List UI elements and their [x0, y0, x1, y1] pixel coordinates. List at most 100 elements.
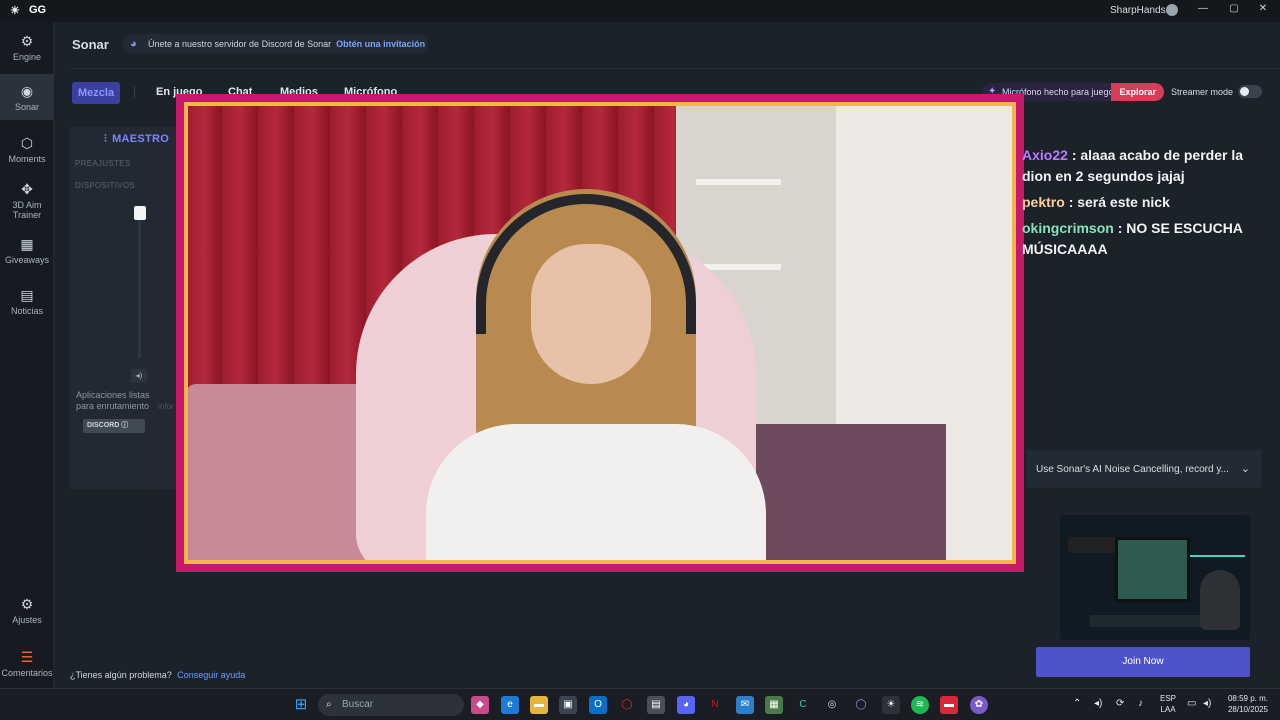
nav-item-moments[interactable]: ⬡ Moments [0, 136, 54, 164]
feedback-icon: ☰ [20, 649, 34, 665]
newspaper-icon: ▤ [20, 287, 34, 303]
nav-item-label: Ajustes [12, 615, 42, 625]
username[interactable]: SharpHands1 [1110, 5, 1171, 16]
nav-item-sonar[interactable]: ◉ Sonar [0, 74, 54, 120]
nav-item-label: Moments [8, 154, 46, 164]
chevron-up-icon[interactable]: ⌃ [1073, 698, 1081, 709]
outlook-icon[interactable]: O [589, 696, 607, 714]
chat-text-continued: MÚSICAAAA [1022, 241, 1108, 257]
taskbar: ⊞ ⌕ Buscar ◆ e ▬ ▣ O ◯ ▤ ◕ N ✉ ▦ C ◎ ◯ ☀… [0, 688, 1280, 720]
netflix-icon[interactable]: N [706, 696, 724, 714]
sync-icon[interactable]: ⟳ [1116, 698, 1124, 709]
streamer-mode-label: Streamer mode [1171, 87, 1234, 97]
keyboard-layout: LAA [1160, 705, 1176, 714]
date: 28/10/2025 [1227, 705, 1268, 714]
master-channel-title: ⫶ MAESTRO [104, 133, 169, 146]
chat-message: Axio22 : alaaa acabo de perder la dion e… [1022, 145, 1272, 187]
avatar[interactable] [1166, 4, 1178, 16]
discord-icon: ◕ [130, 38, 137, 50]
gift-icon: ▦ [20, 236, 34, 252]
app-icon[interactable]: C [794, 696, 812, 714]
app-icon[interactable]: ◎ [823, 696, 841, 714]
help-line: ¿Tienes algún problema? Conseguir ayuda [70, 670, 245, 680]
edge-icon[interactable]: e [501, 696, 519, 714]
folder-icon[interactable]: ▬ [530, 696, 548, 714]
app-icon[interactable]: ▬ [940, 696, 958, 714]
page-title: Sonar [72, 37, 109, 52]
chat-overlay: Axio22 : alaaa acabo de perder la dion e… [1022, 145, 1272, 265]
invite-link[interactable]: Obtén una invitación [336, 39, 425, 49]
join-now-button[interactable]: Join Now [1036, 647, 1250, 677]
chat-text: : será este nick [1068, 194, 1170, 210]
presets-label[interactable]: PREAJUSTES [75, 159, 130, 168]
copilot-icon[interactable]: ◆ [471, 696, 489, 714]
volume-icon[interactable]: ◂) [1094, 698, 1102, 709]
nav-item-label: Noticias [10, 306, 43, 316]
engine-icon: ⚙ [20, 33, 34, 49]
discord-taskbar-icon[interactable]: ◕ [677, 696, 695, 714]
crosshair-icon: ✥ [21, 181, 33, 197]
master-volume-track[interactable] [138, 212, 141, 358]
minimize-button[interactable]: — [1196, 3, 1210, 14]
get-help-link[interactable]: Conseguir ayuda [177, 670, 245, 680]
streamer-mode-toggle[interactable] [1238, 85, 1262, 98]
maximize-button[interactable]: ▢ [1227, 3, 1241, 14]
nav-item-label: Comentarios [1, 668, 53, 678]
taskbar-search[interactable]: ⌕ Buscar [318, 694, 464, 716]
nav-item-label: Sonar [14, 102, 40, 112]
chat-text: : alaaa acabo de perder la [1071, 147, 1244, 163]
language-code: ESP [1159, 694, 1176, 703]
chat-username: pektro [1022, 194, 1065, 210]
left-navigation: ⚙ Engine ◉ Sonar ⬡ Moments ✥ 3D Aim Trai… [0, 22, 54, 688]
decorative-frame [176, 94, 1024, 572]
title-bar: ☀ GG SharpHands1 — ▢ ✕ [0, 0, 1280, 22]
discord-chip[interactable]: DISCORD ⓘ [83, 419, 145, 433]
routing-apps-note: Aplicaciones listas para enrutamiento [76, 390, 150, 411]
time: 08:59 p. m. [1227, 694, 1268, 703]
chat-username: Axio22 [1022, 147, 1068, 163]
moments-icon: ⬡ [20, 135, 34, 151]
master-volume-slider[interactable] [134, 206, 146, 220]
app-icon[interactable]: ✿ [970, 696, 988, 714]
ad-image [1060, 515, 1250, 640]
chat-text-continued: dion en 2 segundos jajaj [1022, 168, 1185, 184]
store-icon[interactable]: ▣ [559, 696, 577, 714]
ad-text: Use Sonar's AI Noise Cancelling, record … [1036, 464, 1229, 475]
nav-item-settings[interactable]: ⚙ Ajustes [0, 597, 54, 625]
chevron-down-icon[interactable]: ⌄ [1241, 462, 1250, 475]
header-divider [70, 68, 1280, 69]
nav-item-news[interactable]: ▤ Noticias [0, 288, 54, 316]
cat-graphic [1200, 570, 1240, 630]
app-icon[interactable]: ▦ [765, 696, 783, 714]
close-button[interactable]: ✕ [1256, 3, 1270, 14]
messaging-icon[interactable]: ✉ [736, 696, 754, 714]
nav-item-giveaways[interactable]: ▦ Giveaways [0, 237, 54, 265]
clock[interactable]: 08:59 p. m. 28/10/2025 [1222, 693, 1268, 715]
nav-item-aim-trainer[interactable]: ✥ 3D Aim Trainer [0, 182, 54, 220]
speaker-icon[interactable]: ◂) [131, 369, 147, 383]
steelseries-gg-icon[interactable]: ☀ [882, 696, 900, 714]
discord-chip-label: DISCORD [87, 422, 120, 429]
speaker-tray-icon[interactable]: ◂) [1203, 698, 1211, 709]
devices-label[interactable]: DISPOSITIVOS [75, 181, 135, 190]
spotify-icon[interactable]: ≋ [911, 696, 929, 714]
tab-mix[interactable]: Mezcla [72, 82, 121, 104]
opera-icon[interactable]: ◯ [618, 696, 636, 714]
microphone-tray-icon[interactable]: ♪ [1138, 698, 1143, 709]
app-icon[interactable]: ▤ [647, 696, 665, 714]
toggle-knob [1240, 87, 1249, 96]
network-icon[interactable]: ▭ [1187, 698, 1196, 709]
ad-header[interactable]: Use Sonar's AI Noise Cancelling, record … [1026, 450, 1262, 488]
windows-start-icon[interactable]: ⊞ [292, 696, 310, 714]
master-label: MAESTRO [112, 133, 170, 145]
nav-item-label: Giveaways [4, 255, 49, 265]
app-icon[interactable]: ◯ [852, 696, 870, 714]
nav-item-feedback[interactable]: ☰ Comentarios [0, 650, 54, 678]
nav-item-engine[interactable]: ⚙ Engine [0, 34, 54, 62]
explore-button[interactable]: Explorar [1111, 83, 1164, 101]
info-label: infor [158, 402, 174, 411]
nav-item-label: 3D Aim Trainer [12, 200, 42, 220]
discord-banner[interactable]: ◕ Únete a nuestro servidor de Discord de… [122, 34, 428, 54]
chat-message: okingcrimson : NO SE ESCUCHA MÚSICAAAA [1022, 218, 1272, 260]
language-indicator[interactable]: ESP LAA [1159, 693, 1177, 715]
